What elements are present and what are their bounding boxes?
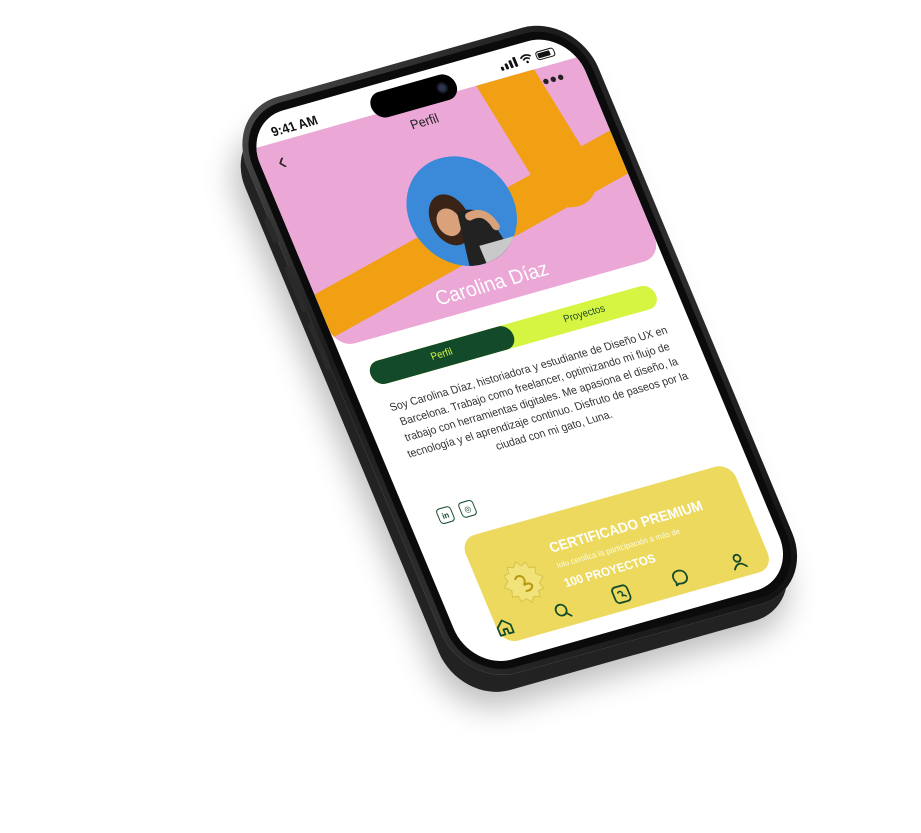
app-logo-icon bbox=[611, 584, 632, 604]
signal-icon bbox=[498, 56, 519, 71]
system-icons bbox=[498, 46, 557, 71]
linkedin-icon[interactable]: in bbox=[434, 505, 456, 525]
battery-icon bbox=[534, 46, 557, 61]
home-icon bbox=[496, 619, 515, 637]
location-pin-icon bbox=[416, 329, 426, 340]
tabbar-profile[interactable] bbox=[724, 548, 753, 575]
tabbar-home[interactable] bbox=[490, 614, 519, 641]
language-card-icon bbox=[496, 304, 512, 317]
chat-bubble-icon bbox=[671, 569, 688, 587]
meta-divider bbox=[481, 309, 488, 324]
profile-location: Barcelona bbox=[431, 315, 474, 336]
instagram-icon[interactable]: ◎ bbox=[456, 499, 479, 519]
tabbar-chat[interactable] bbox=[665, 564, 694, 591]
social-links: in ◎ bbox=[434, 499, 479, 525]
tabbar-app[interactable] bbox=[607, 581, 636, 608]
profile-icon bbox=[732, 553, 749, 571]
stage: Carolina Díaz Barcelona Catalan, Castell… bbox=[0, 0, 921, 833]
search-icon bbox=[555, 603, 573, 617]
front-camera bbox=[434, 80, 451, 96]
tabbar-search[interactable] bbox=[548, 597, 577, 624]
phone-mockup: Carolina Díaz Barcelona Catalan, Castell… bbox=[224, 12, 816, 689]
wifi-icon bbox=[519, 54, 531, 64]
status-time: 9:41 AM bbox=[268, 112, 320, 140]
